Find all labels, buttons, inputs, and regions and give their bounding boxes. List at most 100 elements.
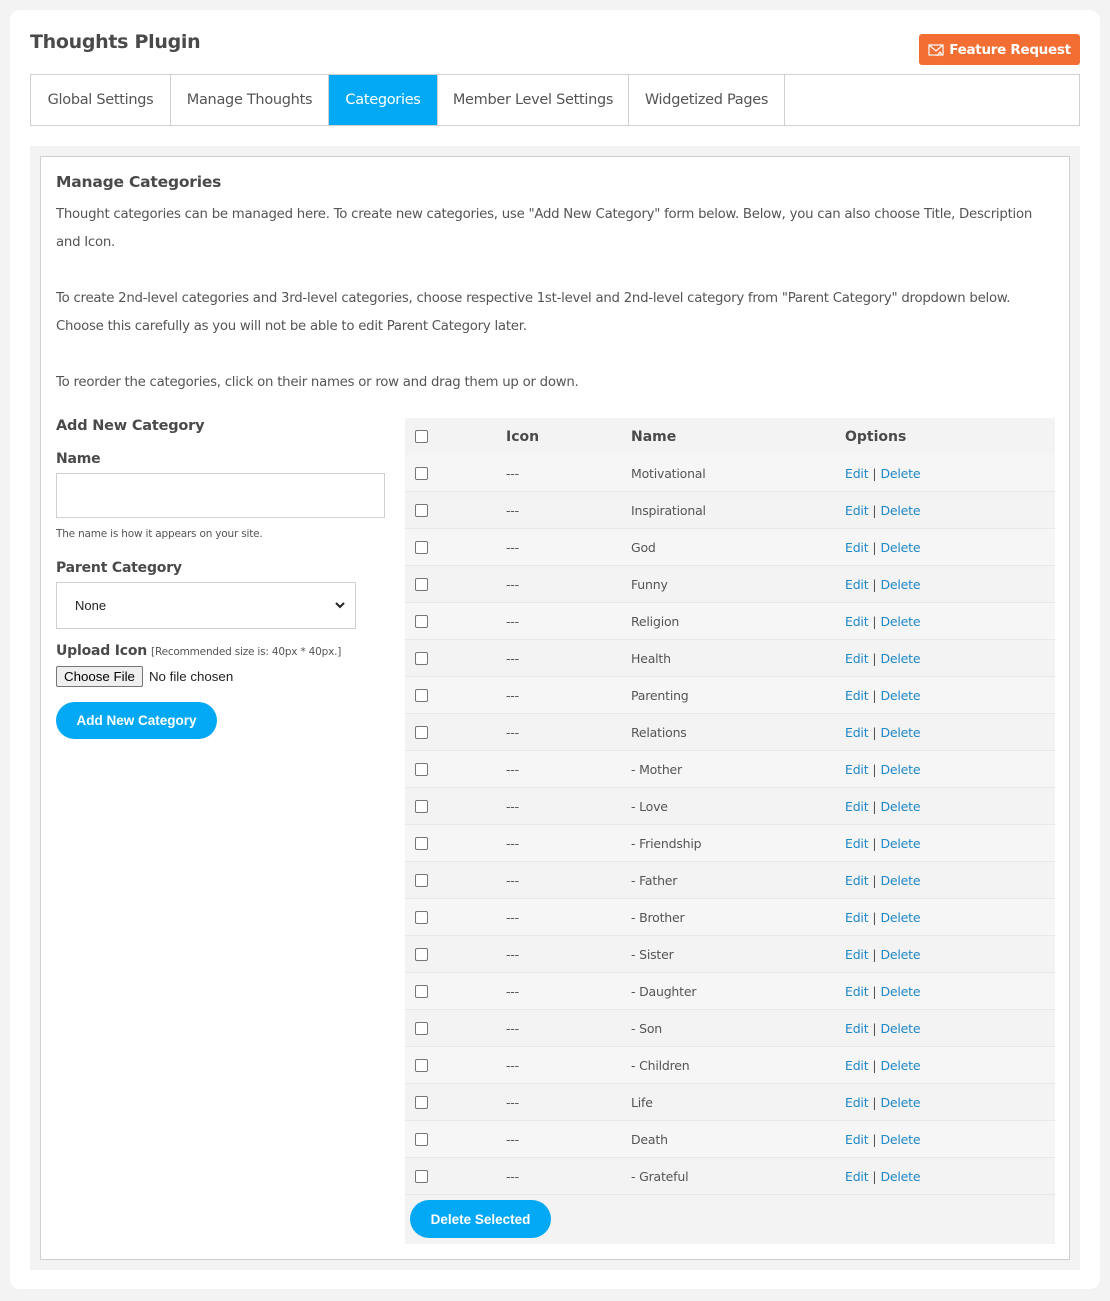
edit-link[interactable]: Edit — [845, 836, 869, 851]
row-name[interactable]: - Love — [631, 799, 845, 814]
add-new-category-button[interactable]: Add New Category — [56, 702, 217, 739]
table-row[interactable]: --- - Brother Edit | Delete — [405, 899, 1055, 936]
row-name[interactable]: - Sister — [631, 947, 845, 962]
row-checkbox[interactable] — [415, 503, 428, 517]
row-name[interactable]: - Children — [631, 1058, 845, 1073]
row-name[interactable]: Relations — [631, 725, 845, 740]
delete-link[interactable]: Delete — [880, 910, 920, 925]
row-name[interactable]: God — [631, 540, 845, 555]
row-checkbox[interactable] — [415, 947, 428, 961]
edit-link[interactable]: Edit — [845, 1095, 869, 1110]
row-checkbox[interactable] — [415, 614, 428, 628]
delete-link[interactable]: Delete — [880, 614, 920, 629]
tab-member-level-settings[interactable]: Member Level Settings — [438, 75, 629, 125]
delete-link[interactable]: Delete — [880, 503, 920, 518]
row-checkbox[interactable] — [415, 725, 428, 739]
edit-link[interactable]: Edit — [845, 1169, 869, 1184]
edit-link[interactable]: Edit — [845, 910, 869, 925]
delete-link[interactable]: Delete — [880, 688, 920, 703]
row-checkbox[interactable] — [415, 1021, 428, 1035]
row-name[interactable]: - Father — [631, 873, 845, 888]
category-name-input[interactable] — [56, 473, 385, 518]
table-row[interactable]: --- - Father Edit | Delete — [405, 862, 1055, 899]
delete-link[interactable]: Delete — [880, 1058, 920, 1073]
edit-link[interactable]: Edit — [845, 688, 869, 703]
table-row[interactable]: --- - Daughter Edit | Delete — [405, 973, 1055, 1010]
edit-link[interactable]: Edit — [845, 947, 869, 962]
table-row[interactable]: --- - Children Edit | Delete — [405, 1047, 1055, 1084]
table-row[interactable]: --- Parenting Edit | Delete — [405, 677, 1055, 714]
delete-link[interactable]: Delete — [880, 984, 920, 999]
row-checkbox[interactable] — [415, 836, 428, 850]
table-row[interactable]: --- Funny Edit | Delete — [405, 566, 1055, 603]
row-checkbox[interactable] — [415, 1058, 428, 1072]
tab-categories[interactable]: Categories — [329, 75, 438, 125]
table-row[interactable]: --- Religion Edit | Delete — [405, 603, 1055, 640]
delete-link[interactable]: Delete — [880, 540, 920, 555]
row-checkbox[interactable] — [415, 1095, 428, 1109]
delete-link[interactable]: Delete — [880, 1132, 920, 1147]
table-row[interactable]: --- - Friendship Edit | Delete — [405, 825, 1055, 862]
delete-link[interactable]: Delete — [880, 873, 920, 888]
row-name[interactable]: Religion — [631, 614, 845, 629]
row-checkbox[interactable] — [415, 688, 428, 702]
select-all-checkbox[interactable] — [415, 430, 428, 443]
row-name[interactable]: - Brother — [631, 910, 845, 925]
edit-link[interactable]: Edit — [845, 1132, 869, 1147]
edit-link[interactable]: Edit — [845, 1058, 869, 1073]
edit-link[interactable]: Edit — [845, 614, 869, 629]
row-checkbox[interactable] — [415, 651, 428, 665]
row-name[interactable]: Health — [631, 651, 845, 666]
edit-link[interactable]: Edit — [845, 873, 869, 888]
table-row[interactable]: --- - Sister Edit | Delete — [405, 936, 1055, 973]
edit-link[interactable]: Edit — [845, 540, 869, 555]
row-name[interactable]: Motivational — [631, 466, 845, 481]
row-checkbox[interactable] — [415, 799, 428, 813]
row-checkbox[interactable] — [415, 873, 428, 887]
delete-link[interactable]: Delete — [880, 651, 920, 666]
delete-link[interactable]: Delete — [880, 577, 920, 592]
table-row[interactable]: --- - Mother Edit | Delete — [405, 751, 1055, 788]
row-checkbox[interactable] — [415, 577, 428, 591]
row-name[interactable]: - Grateful — [631, 1169, 845, 1184]
edit-link[interactable]: Edit — [845, 1021, 869, 1036]
edit-link[interactable]: Edit — [845, 466, 869, 481]
table-row[interactable]: --- Health Edit | Delete — [405, 640, 1055, 677]
table-row[interactable]: --- Inspirational Edit | Delete — [405, 492, 1055, 529]
edit-link[interactable]: Edit — [845, 762, 869, 777]
tab-widgetized-pages[interactable]: Widgetized Pages — [629, 75, 785, 125]
row-name[interactable]: Inspirational — [631, 503, 845, 518]
row-name[interactable]: - Friendship — [631, 836, 845, 851]
delete-link[interactable]: Delete — [880, 836, 920, 851]
row-checkbox[interactable] — [415, 910, 428, 924]
table-row[interactable]: --- God Edit | Delete — [405, 529, 1055, 566]
row-name[interactable]: - Daughter — [631, 984, 845, 999]
edit-link[interactable]: Edit — [845, 984, 869, 999]
tab-manage-thoughts[interactable]: Manage Thoughts — [171, 75, 329, 125]
table-row[interactable]: --- - Son Edit | Delete — [405, 1010, 1055, 1047]
row-checkbox[interactable] — [415, 540, 428, 554]
delete-link[interactable]: Delete — [880, 1021, 920, 1036]
row-name[interactable]: - Mother — [631, 762, 845, 777]
row-checkbox[interactable] — [415, 984, 428, 998]
edit-link[interactable]: Edit — [845, 725, 869, 740]
row-checkbox[interactable] — [415, 762, 428, 776]
row-name[interactable]: Death — [631, 1132, 845, 1147]
row-name[interactable]: Parenting — [631, 688, 845, 703]
tab-global-settings[interactable]: Global Settings — [31, 75, 171, 125]
choose-file-button[interactable]: Choose File — [56, 666, 143, 687]
edit-link[interactable]: Edit — [845, 577, 869, 592]
table-row[interactable]: --- Relations Edit | Delete — [405, 714, 1055, 751]
edit-link[interactable]: Edit — [845, 503, 869, 518]
table-row[interactable]: --- - Love Edit | Delete — [405, 788, 1055, 825]
delete-link[interactable]: Delete — [880, 799, 920, 814]
delete-link[interactable]: Delete — [880, 1095, 920, 1110]
table-row[interactable]: --- Motivational Edit | Delete — [405, 455, 1055, 492]
row-name[interactable]: Funny — [631, 577, 845, 592]
delete-link[interactable]: Delete — [880, 947, 920, 962]
row-name[interactable]: - Son — [631, 1021, 845, 1036]
delete-selected-button[interactable]: Delete Selected — [410, 1200, 551, 1238]
delete-link[interactable]: Delete — [880, 466, 920, 481]
table-row[interactable]: --- Death Edit | Delete — [405, 1121, 1055, 1158]
edit-link[interactable]: Edit — [845, 651, 869, 666]
